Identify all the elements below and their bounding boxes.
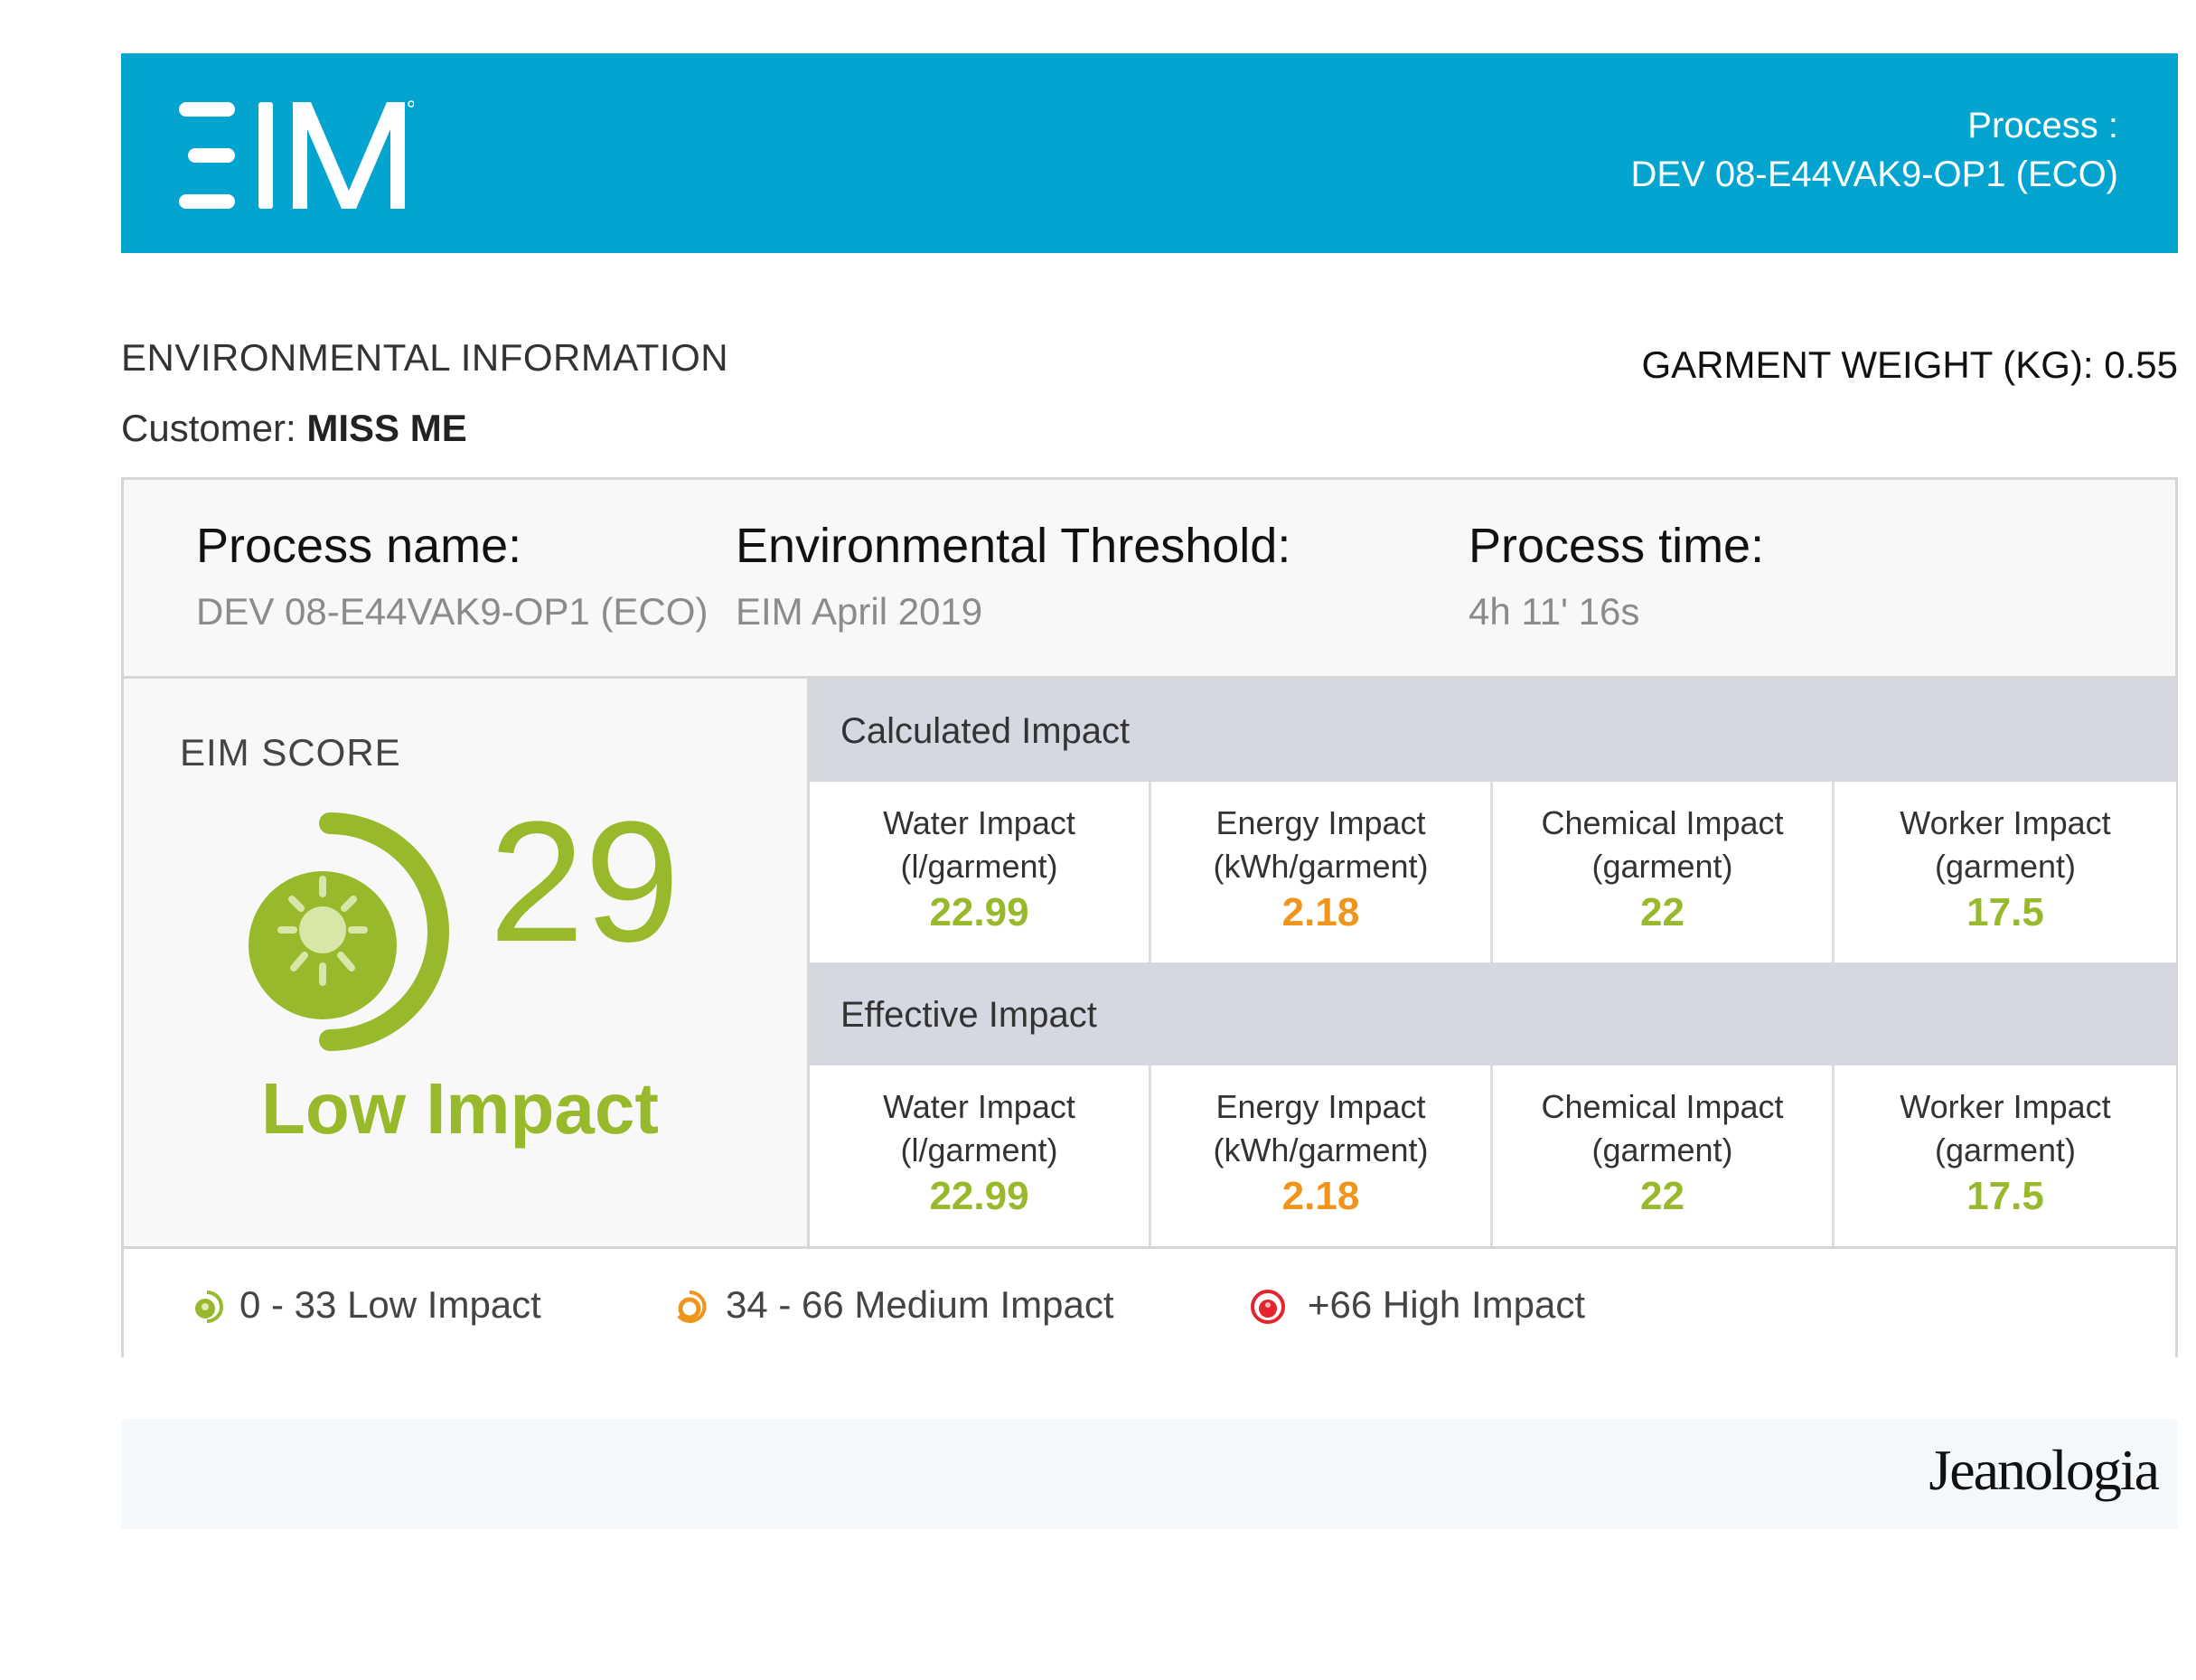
jeanologia-logo: Jeanologia xyxy=(1929,1438,2160,1502)
eff-energy-cell: Energy Impact (kWh/garment) 2.18 xyxy=(1151,1065,1493,1246)
score-box: EIM SCORE 29 Low Impact xyxy=(124,679,810,1246)
cell-value: 2.18 xyxy=(1281,1174,1360,1218)
high-impact-icon xyxy=(1251,1290,1285,1324)
calc-worker-cell: Worker Impact (garment) 17.5 xyxy=(1835,782,2176,962)
eim-logo xyxy=(179,100,414,209)
cell-value: 17.5 xyxy=(1966,890,2044,934)
process-info-row: Process name: DEV 08-E44VAK9-OP1 (ECO) E… xyxy=(124,480,2175,679)
cell-label: Worker Impact xyxy=(1900,1088,2111,1125)
calc-chemical-cell: Chemical Impact (garment) 22 xyxy=(1493,782,1835,962)
cell-value: 22.99 xyxy=(929,890,1029,934)
cell-value: 2.18 xyxy=(1281,890,1360,934)
medium-impact-icon xyxy=(677,1290,707,1323)
calculated-impact-header: Calculated Impact xyxy=(810,679,2175,782)
customer-label: Customer: xyxy=(121,407,307,449)
impact-panel: Process name: DEV 08-E44VAK9-OP1 (ECO) E… xyxy=(121,477,2178,1357)
eff-chemical-cell: Chemical Impact (garment) 22 xyxy=(1493,1065,1835,1246)
cell-label: Water Impact xyxy=(883,1088,1075,1125)
process-time-label: Process time: xyxy=(1469,519,1765,573)
garment-weight: GARMENT WEIGHT (KG): 0.55 xyxy=(1641,343,2178,386)
low-impact-icon xyxy=(195,1291,223,1323)
cell-unit: (kWh/garment) xyxy=(1213,1131,1429,1168)
legend-high: +66 High Impact xyxy=(1308,1283,1586,1326)
legend-medium: 34 - 66 Medium Impact xyxy=(726,1283,1114,1326)
process-code: DEV 08-E44VAK9-OP1 (ECO) xyxy=(1630,155,2118,194)
cell-label: Water Impact xyxy=(883,804,1075,841)
cell-unit: (kWh/garment) xyxy=(1213,848,1429,885)
customer-name: MISS ME xyxy=(306,407,467,449)
cell-label: Chemical Impact xyxy=(1541,804,1784,841)
eff-water-cell: Water Impact (l/garment) 22.99 xyxy=(810,1065,1151,1246)
process-name-label: Process name: xyxy=(196,519,522,573)
cell-unit: (l/garment) xyxy=(900,1131,1058,1168)
customer-line: Customer: MISS ME xyxy=(121,407,467,450)
score-title: EIM SCORE xyxy=(180,731,401,774)
process-name-value: DEV 08-E44VAK9-OP1 (ECO) xyxy=(196,590,709,633)
cell-unit: (garment) xyxy=(1591,1131,1733,1168)
calc-water-cell: Water Impact (l/garment) 22.99 xyxy=(810,782,1151,962)
cell-unit: (garment) xyxy=(1934,1131,2077,1168)
footer-bar: Jeanologia xyxy=(121,1419,2178,1529)
cell-value: 17.5 xyxy=(1966,1174,2044,1218)
cell-value: 22.99 xyxy=(929,1174,1029,1218)
threshold-label: Environmental Threshold: xyxy=(736,519,1291,573)
cell-value: 22 xyxy=(1640,890,1685,934)
eff-worker-cell: Worker Impact (garment) 17.5 xyxy=(1835,1065,2176,1246)
cell-label: Worker Impact xyxy=(1900,804,2111,841)
process-label: Process : xyxy=(1967,106,2118,145)
cell-label: Energy Impact xyxy=(1215,804,1426,841)
cell-label: Energy Impact xyxy=(1215,1088,1426,1125)
cell-label: Chemical Impact xyxy=(1541,1088,1784,1125)
threshold-value: EIM April 2019 xyxy=(736,590,983,633)
effective-impact-title: Effective Impact xyxy=(840,995,1097,1035)
section-title: ENVIRONMENTAL INFORMATION xyxy=(121,336,729,379)
score-gauge-icon xyxy=(249,812,449,1051)
legend-row: 0 - 33 Low Impact 34 - 66 Medium Impact … xyxy=(124,1246,2175,1357)
cell-unit: (l/garment) xyxy=(900,848,1058,885)
calculated-impact-title: Calculated Impact xyxy=(840,711,1131,751)
cell-unit: (garment) xyxy=(1591,848,1733,885)
process-time-value: 4h 11' 16s xyxy=(1469,590,1640,633)
calc-energy-cell: Energy Impact (kWh/garment) 2.18 xyxy=(1151,782,1493,962)
legend-low: 0 - 33 Low Impact xyxy=(239,1283,541,1326)
score-level: Low Impact xyxy=(261,1068,660,1149)
header-banner: Process : DEV 08-E44VAK9-OP1 (ECO) xyxy=(121,53,2178,253)
cell-value: 22 xyxy=(1640,1174,1685,1218)
cell-unit: (garment) xyxy=(1934,848,2077,885)
effective-impact-header: Effective Impact xyxy=(810,962,2175,1065)
score-value: 29 xyxy=(489,786,680,978)
